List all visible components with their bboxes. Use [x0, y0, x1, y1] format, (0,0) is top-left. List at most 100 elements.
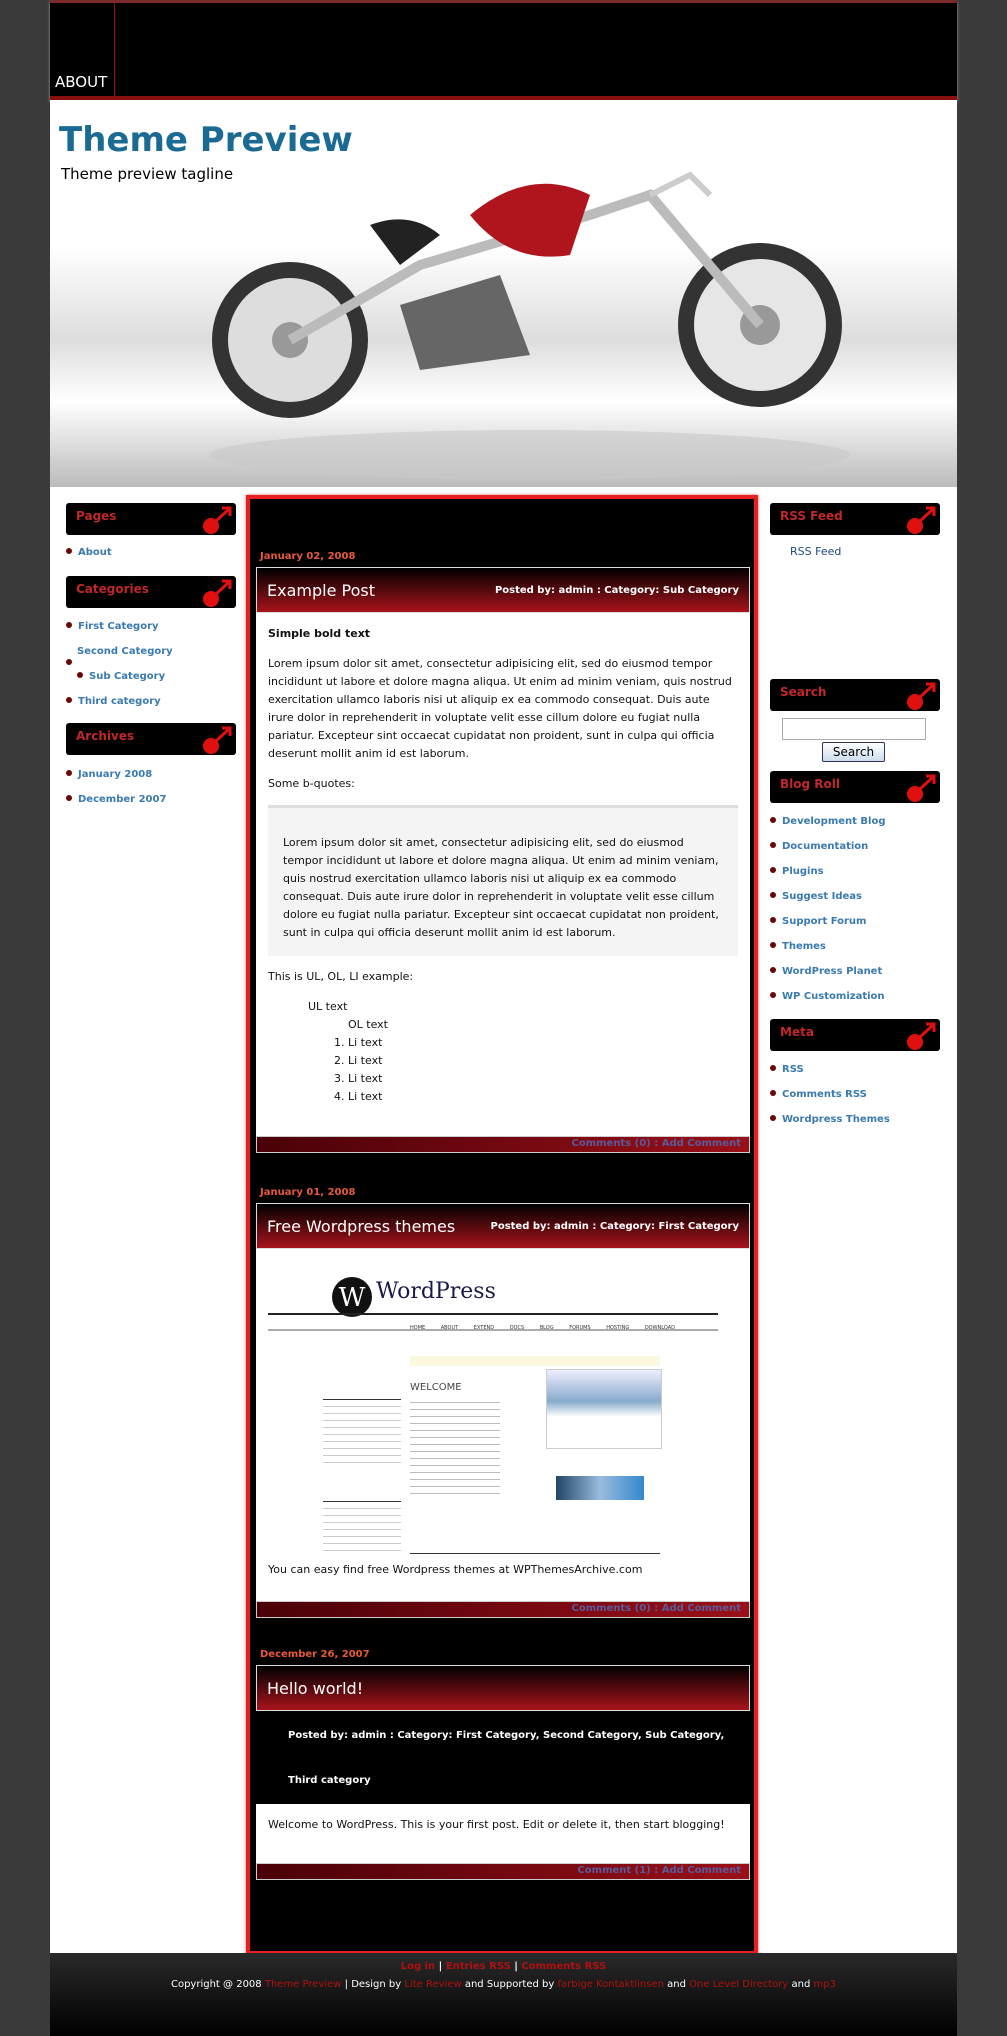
top-nav: ABOUT — [50, 0, 957, 100]
sponsor-link[interactable]: farbige Kontaktlinsen — [557, 1979, 663, 1990]
ordered-list: Li text Li text Li text Li text — [268, 1034, 738, 1106]
widget-title: Blog Roll — [780, 777, 840, 791]
site-title[interactable]: Theme Preview — [59, 120, 353, 160]
add-comment-link[interactable]: Add Comment — [662, 1865, 741, 1876]
archive-link[interactable]: January 2008 — [66, 769, 152, 780]
bold-text: Simple bold text — [268, 627, 371, 640]
sidebar-link-label: Suggest Ideas — [782, 891, 862, 902]
bullet-icon — [770, 1065, 776, 1071]
sidebar-link[interactable]: Development Blog — [770, 816, 886, 827]
post-footer: Comment (1) : Add Comment — [256, 1863, 750, 1880]
gear-arrow-icon — [907, 506, 936, 534]
post-title[interactable]: Hello world! — [267, 1679, 363, 1698]
motorcycle-image — [210, 171, 850, 480]
sidebar-link-label: WP Customization — [782, 991, 885, 1002]
post-body: W WordPress HOME ABOUT EXTEND DOCS BLOG … — [256, 1249, 750, 1601]
paragraph: You can easy find free Wordpress themes … — [268, 1563, 643, 1576]
paragraph: Lorem ipsum dolor sit amet, consectetur … — [268, 657, 732, 760]
gear-arrow-icon — [203, 506, 232, 534]
sidebar-link[interactable]: Support Forum — [770, 916, 866, 927]
post-date: January 02, 2008 — [260, 551, 356, 562]
ol-text: OL text — [348, 1018, 388, 1031]
sponsor-link[interactable]: mp3 — [814, 1979, 836, 1990]
list-item: Li text — [348, 1070, 738, 1088]
bullet — [66, 658, 78, 669]
sidebar-link[interactable]: Wordpress Themes — [770, 1114, 890, 1125]
list-item: Li text — [348, 1088, 738, 1106]
category-link[interactable]: Sub Category — [77, 671, 165, 682]
archive-link[interactable]: December 2007 — [66, 794, 166, 805]
gear-arrow-icon — [907, 774, 936, 802]
bullet-icon — [770, 917, 776, 923]
widget-title: Archives — [76, 729, 135, 743]
header: Theme Preview Theme preview tagline — [50, 100, 957, 487]
footer: Log in | Entries RSS | Comments RSS Copy… — [50, 1953, 957, 2036]
gear-arrow-icon — [907, 682, 936, 710]
post-date: January 01, 2008 — [260, 1187, 356, 1198]
footer-links: Log in | Entries RSS | Comments RSS — [400, 1961, 607, 1972]
copyright: Copyright @ 2008 Theme Preview | Design … — [170, 1979, 836, 1990]
bullet-icon — [770, 992, 776, 998]
post-meta: Posted by: admin : Category: Sub Categor… — [494, 584, 739, 596]
post-footer: Comments (0) : Add Comment — [256, 1601, 750, 1618]
category-link[interactable]: Second Category — [77, 646, 173, 657]
designer-link[interactable]: Lite Review — [404, 1979, 461, 1990]
paragraph: Some b-quotes: — [268, 777, 355, 790]
gear-arrow-icon — [907, 1022, 936, 1050]
sidebar-link-label: WordPress Planet — [782, 966, 883, 977]
sidebar-link[interactable]: Plugins — [770, 866, 824, 877]
categories-widget-header: Categories — [66, 576, 236, 608]
post-meta: Posted by: admin : Category: First Categ… — [288, 1730, 725, 1741]
widget-title: Search — [780, 685, 827, 699]
paragraph: Welcome to WordPress. This is your first… — [268, 1818, 725, 1831]
comments-link[interactable]: Comments (0) — [571, 1603, 650, 1614]
post-date: December 26, 2007 — [260, 1649, 370, 1660]
add-comment-link[interactable]: Add Comment — [662, 1138, 741, 1149]
sidebar-link[interactable]: RSS — [770, 1064, 804, 1075]
comments-link[interactable]: Comments (0) — [571, 1138, 650, 1149]
bullet-icon — [770, 967, 776, 973]
nav-about[interactable]: ABOUT — [50, 3, 115, 96]
comments-link[interactable]: Comment (1) — [577, 1865, 650, 1876]
gear-arrow-icon — [203, 579, 232, 607]
category-link[interactable]: First Category — [66, 621, 159, 632]
post-title[interactable]: Free Wordpress themes — [267, 1217, 455, 1236]
rss-feed-link[interactable]: RSS Feed — [790, 545, 841, 558]
bullet-icon — [770, 1090, 776, 1096]
bullet-icon — [770, 892, 776, 898]
bullet-icon — [770, 942, 776, 948]
widget-title: RSS Feed — [780, 509, 843, 523]
sidebar-link-label: Support Forum — [782, 916, 867, 927]
site-link[interactable]: Theme Preview — [265, 1979, 342, 1990]
sidebar-link[interactable]: Documentation — [770, 841, 868, 852]
paragraph: This is UL, OL, LI example: — [268, 970, 414, 983]
sidebar-link[interactable]: WP Customization — [770, 991, 885, 1002]
sidebar-link[interactable]: WordPress Planet — [770, 966, 882, 977]
category-link[interactable]: Third category — [66, 696, 161, 707]
login-link[interactable]: Log in — [401, 1961, 435, 1972]
gear-arrow-icon — [203, 726, 232, 754]
main-content: January 02, 2008 Example Post Posted by: … — [246, 495, 758, 1955]
post-footer: Comments (0) : Add Comment — [256, 1136, 750, 1153]
sidebar-link-about[interactable]: About — [66, 547, 112, 558]
search-input[interactable] — [782, 718, 926, 740]
search-button[interactable]: Search — [822, 742, 885, 762]
sponsor-link[interactable]: One Level Directory — [689, 1979, 788, 1990]
pages-widget-header: Pages — [66, 503, 236, 535]
sidebar-link[interactable]: Themes — [770, 941, 826, 952]
wordpress-screenshot-image: W WordPress HOME ABOUT EXTEND DOCS BLOG … — [268, 1261, 738, 1561]
bullet-icon — [770, 842, 776, 848]
sidebar-link-label: Comments RSS — [782, 1089, 867, 1100]
sidebar-link-label: Plugins — [782, 866, 824, 877]
list-item: Li text — [348, 1052, 738, 1070]
sidebar-link-label: Development Blog — [782, 816, 886, 827]
search-widget-header: Search — [770, 679, 940, 711]
post-title[interactable]: Example Post — [267, 581, 375, 600]
list-item: Li text — [348, 1034, 738, 1052]
entries-rss-link[interactable]: Entries RSS — [446, 1961, 511, 1972]
sidebar-link[interactable]: Suggest Ideas — [770, 891, 862, 902]
sidebar-link[interactable]: Comments RSS — [770, 1089, 867, 1100]
comments-rss-link[interactable]: Comments RSS — [521, 1961, 606, 1972]
add-comment-link[interactable]: Add Comment — [662, 1603, 741, 1614]
post-meta: Posted by: admin : Category: First Categ… — [490, 1220, 740, 1232]
